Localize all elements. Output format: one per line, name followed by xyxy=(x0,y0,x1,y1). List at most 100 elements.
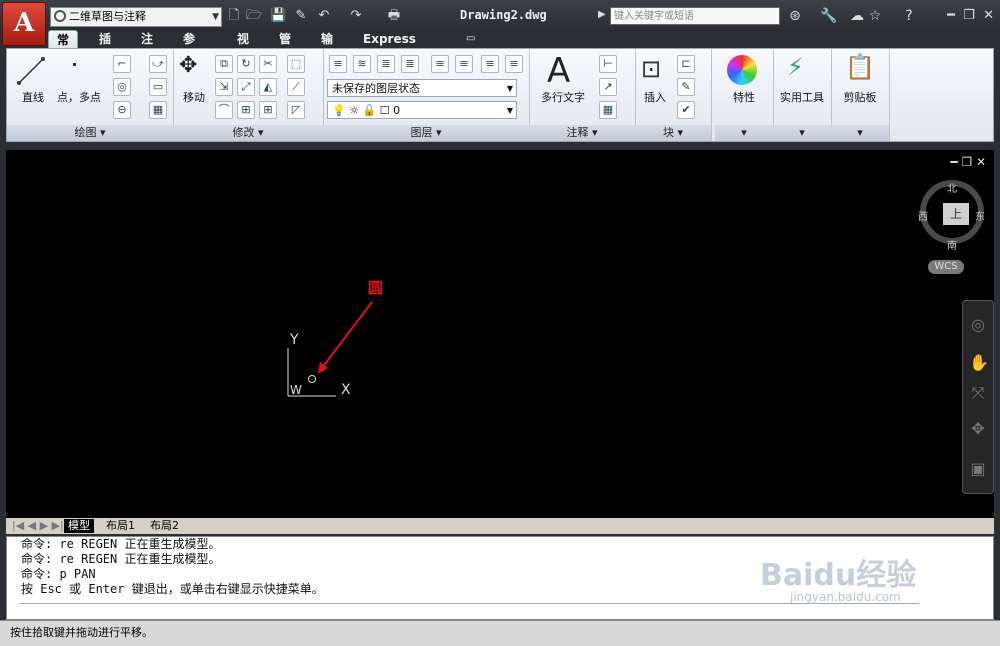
ellipse-icon[interactable]: ⊖ xyxy=(113,101,131,119)
panel-title-clipboard[interactable]: ▾ xyxy=(831,125,889,141)
edit-block-icon[interactable]: ✎ xyxy=(677,78,695,96)
chamfer-icon[interactable]: ◸ xyxy=(287,101,305,119)
drawing-canvas[interactable]: ━ ❐ ✕ 上 北 南 西 东 WCS ◎ ✋ ⤧ ✥ ▣ Y X W 圆 xyxy=(6,150,994,518)
stretch-icon[interactable]: ⇲ xyxy=(215,78,233,96)
tab-overflow-icon[interactable]: ▭ ▾ xyxy=(458,30,483,62)
color-wheel-icon[interactable] xyxy=(727,55,757,85)
save-icon[interactable]: 💾 xyxy=(270,8,286,24)
layer-lock-icon[interactable]: ≡ xyxy=(481,55,499,73)
binoculars-icon[interactable]: ⊛ xyxy=(786,7,804,25)
layer-match-icon[interactable]: ≡ xyxy=(431,55,449,73)
tab-view[interactable]: 视图 xyxy=(229,30,257,64)
communication-center-icon[interactable]: ☁ xyxy=(848,7,866,25)
hatch-icon[interactable]: ▦ xyxy=(149,101,167,119)
polyline-icon[interactable]: ⌐ xyxy=(113,55,131,73)
fillet-icon[interactable]: ⌒ xyxy=(215,101,233,119)
panel-title-properties[interactable]: ▾ xyxy=(715,125,773,141)
pan-hand-icon[interactable]: ✋ xyxy=(969,353,989,372)
move-icon[interactable]: ✥ xyxy=(179,53,197,78)
command-input[interactable] xyxy=(19,603,919,618)
arc-icon[interactable]: ⤻ xyxy=(149,55,167,73)
panel-title-layers[interactable]: 图层 ▾ xyxy=(323,125,529,141)
point-button-label[interactable]: 点，多点 xyxy=(51,89,107,105)
print-icon[interactable]: 🖶 xyxy=(386,8,402,24)
undo-icon[interactable]: ↶ xyxy=(316,8,332,24)
orbit-icon[interactable]: ✥ xyxy=(969,419,987,438)
mtext-button-label[interactable]: 多行文字 xyxy=(537,89,589,105)
document-title: Drawing2.dwg xyxy=(460,8,547,22)
search-input[interactable]: 键入关键字或短语 xyxy=(610,7,780,25)
open-folder-icon[interactable]: 🗁 xyxy=(246,8,262,24)
circle-icon[interactable]: ◎ xyxy=(113,78,131,96)
tab-express-tools[interactable]: Express Tools xyxy=(355,30,424,64)
insert-block-icon[interactable]: ⊡ xyxy=(641,55,661,83)
line-icon[interactable] xyxy=(15,55,47,87)
mtext-icon[interactable]: A xyxy=(547,51,570,91)
point-icon[interactable] xyxy=(73,63,76,66)
clipboard-icon[interactable]: 📋 xyxy=(845,53,875,81)
dimension-icon[interactable]: ⊢ xyxy=(599,55,617,73)
new-file-icon[interactable]: 🗋 xyxy=(226,8,242,24)
move-button-label[interactable]: 移动 xyxy=(177,89,211,105)
clipboard-button-label[interactable]: 剪贴板 xyxy=(831,89,889,105)
panel-title-utilities[interactable]: ▾ xyxy=(773,125,831,141)
tab-layout1[interactable]: 布局1 xyxy=(102,519,139,533)
create-block-icon[interactable]: ⊏ xyxy=(677,55,695,73)
properties-button-label[interactable]: 特性 xyxy=(717,89,771,105)
utilities-button-label[interactable]: 实用工具 xyxy=(773,89,831,105)
circle-entity[interactable] xyxy=(308,375,316,383)
showmotion-icon[interactable]: ▣ xyxy=(969,459,987,478)
layout-nav-arrows[interactable]: |◀ ◀ ▶ ▶| xyxy=(8,519,68,533)
copy-icon[interactable]: ⧉ xyxy=(215,55,233,73)
line-button-label[interactable]: 直线 xyxy=(13,89,53,105)
help-icon[interactable]: ? xyxy=(900,7,918,25)
watermark-url: jingyan.baidu.com xyxy=(790,590,901,604)
panel-title-annotation[interactable]: 注释 ▾ xyxy=(529,125,635,141)
insert-button-label[interactable]: 插入 xyxy=(639,89,671,105)
tab-parametric[interactable]: 参数化 xyxy=(175,30,203,82)
wrench-icon[interactable]: 🔧 xyxy=(820,7,838,25)
panel-title-modify[interactable]: 修改 ▾ xyxy=(173,125,323,141)
star-icon[interactable]: ☆ xyxy=(866,7,884,25)
table-icon[interactable]: ▦ xyxy=(599,101,617,119)
tab-output[interactable]: 输出 xyxy=(313,30,341,64)
mirror-icon[interactable]: ◭ xyxy=(259,78,277,96)
panel-title-draw[interactable]: 绘图 ▾ xyxy=(7,125,173,141)
viewcube-top-face[interactable]: 上 xyxy=(943,203,969,225)
trim-icon[interactable]: ✂ xyxy=(259,55,277,73)
edit-attributes-icon[interactable]: ✔ xyxy=(677,101,695,119)
tab-home[interactable]: 常用 xyxy=(48,30,79,65)
layer-isolate-icon[interactable]: ≋ xyxy=(353,55,371,73)
layer-state-dropdown[interactable]: 未保存的图层状态 ▼ xyxy=(327,79,517,97)
layer-change-icon[interactable]: ≡ xyxy=(455,55,473,73)
offset-icon[interactable]: ⊞ xyxy=(237,101,255,119)
tab-annotate[interactable]: 注释 xyxy=(133,30,161,64)
viewport-controls[interactable]: ━ ❐ ✕ xyxy=(950,155,986,169)
rectangle-icon[interactable]: ▭ xyxy=(149,78,167,96)
window-controls[interactable]: ━ ❐ ✕ xyxy=(947,8,994,23)
tab-layout2[interactable]: 布局2 xyxy=(146,519,183,533)
scale-icon[interactable]: ⤢ xyxy=(237,78,255,96)
zoom-icon[interactable]: ⤧ xyxy=(969,383,987,403)
tab-model[interactable]: 模型 xyxy=(64,519,94,533)
rotate-icon[interactable]: ↻ xyxy=(237,55,255,73)
tab-insert[interactable]: 插入 xyxy=(91,30,119,64)
utilities-icon[interactable]: ⚡ xyxy=(787,53,804,81)
panel-title-block[interactable]: 块 ▾ xyxy=(635,125,711,141)
leader-icon[interactable]: ↗ xyxy=(599,78,617,96)
layer-unlock-icon[interactable]: ≡ xyxy=(505,55,523,73)
save-as-icon[interactable]: ✎ xyxy=(293,8,309,24)
layer-properties-icon[interactable]: ≡ xyxy=(329,55,347,73)
explode-icon[interactable]: ⟋ xyxy=(287,78,305,96)
layer-off-icon[interactable]: ≣ xyxy=(401,55,419,73)
steering-wheel-icon[interactable]: ◎ xyxy=(969,315,987,334)
redo-icon[interactable]: ↷ xyxy=(348,8,364,24)
array-icon[interactable]: ⊞ xyxy=(259,101,277,119)
layer-dropdown[interactable]: 💡 ☼ 🔓 ☐ 0 ▼ xyxy=(327,101,517,119)
layer-freeze-icon[interactable]: ≣ xyxy=(377,55,395,73)
workspace-dropdown[interactable]: 二维草图与注释 ▼ xyxy=(50,7,222,27)
tab-manage[interactable]: 管理 xyxy=(271,30,299,64)
erase-icon[interactable]: ⬚ xyxy=(287,55,305,73)
wcs-menu[interactable]: WCS xyxy=(928,260,964,274)
application-menu-button[interactable]: A xyxy=(2,2,46,46)
